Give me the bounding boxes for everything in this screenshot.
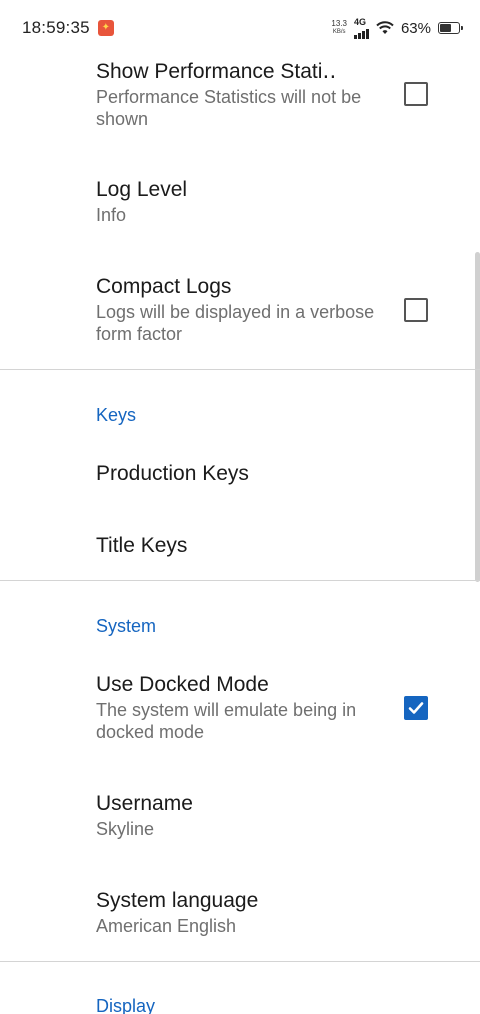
setting-summary: Performance Statistics will not be shown xyxy=(96,87,362,129)
settings-list[interactable]: Show Performance Stati‥ Performance Stat… xyxy=(0,56,480,1014)
docked-mode-checkbox[interactable] xyxy=(404,696,428,720)
network-speed: 13.3 KB/s xyxy=(331,19,347,36)
setting-username[interactable]: Username Skyline xyxy=(96,790,448,840)
status-icons: 13.3 KB/s 4G 63% xyxy=(331,17,463,39)
section-header-display: Display xyxy=(96,996,156,1014)
setting-title: Production Keys xyxy=(96,462,249,485)
setting-title: Log Level xyxy=(96,178,188,201)
setting-title: Show Performance Stati‥ xyxy=(96,60,337,83)
compact-logs-checkbox[interactable] xyxy=(404,298,428,322)
setting-docked-mode[interactable]: Use Docked Mode The system will emulate … xyxy=(96,671,448,743)
setting-title: Use Docked Mode xyxy=(96,673,269,696)
app-notification-icon: ✦ xyxy=(97,20,114,36)
battery-level-fill xyxy=(440,24,452,32)
section-divider xyxy=(0,369,480,370)
setting-summary: American English xyxy=(96,916,237,936)
setting-title-keys[interactable]: Title Keys xyxy=(96,532,448,560)
setting-summary: The system will emulate being in docked … xyxy=(96,700,357,742)
battery-icon xyxy=(438,22,463,34)
section-divider xyxy=(0,580,480,581)
setting-log-level[interactable]: Log Level Info xyxy=(96,176,448,226)
setting-title: Title Keys xyxy=(96,534,188,557)
wifi-icon xyxy=(376,21,394,34)
setting-title: Username xyxy=(96,792,193,815)
setting-system-language[interactable]: System language American English xyxy=(96,887,448,937)
setting-compact-logs[interactable]: Compact Logs Logs will be displayed in a… xyxy=(96,273,448,345)
section-header-system: System xyxy=(96,616,157,636)
cellular-signal-icon: 4G xyxy=(353,17,369,39)
setting-perf-stats[interactable]: Show Performance Stati‥ Performance Stat… xyxy=(96,58,448,130)
setting-production-keys[interactable]: Production Keys xyxy=(96,460,448,488)
battery-percentage: 63% xyxy=(400,19,431,37)
setting-summary: Logs will be displayed in a verbose form… xyxy=(96,302,375,344)
setting-summary: Skyline xyxy=(96,819,155,839)
perf-stats-checkbox[interactable] xyxy=(404,82,428,106)
section-divider xyxy=(0,961,480,962)
section-header-keys: Keys xyxy=(96,405,137,425)
setting-title: Compact Logs xyxy=(96,275,232,298)
status-bar: 18:59:35 ✦ 13.3 KB/s 4G 63% xyxy=(0,0,480,56)
setting-summary: Info xyxy=(96,205,127,225)
scrollbar[interactable] xyxy=(475,252,480,582)
clock: 18:59:35 xyxy=(22,18,90,37)
setting-title: System language xyxy=(96,889,259,912)
checkmark-icon xyxy=(408,702,424,714)
